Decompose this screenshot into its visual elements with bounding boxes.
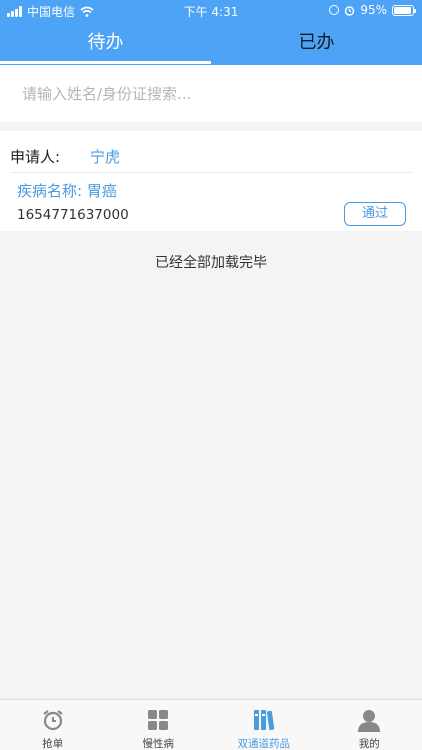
books-icon: [253, 710, 274, 731]
bottom-nav: 抢单 慢性病 双通道药品 我的: [0, 699, 422, 750]
search-bar: [0, 65, 422, 122]
nav-item-mine[interactable]: 我的: [317, 700, 422, 750]
alarm-icon: [345, 5, 355, 16]
disease-name: 胃癌: [86, 182, 117, 200]
person-icon: [358, 710, 381, 732]
tab-todo[interactable]: 待办: [0, 28, 211, 65]
status-right: 95%: [329, 3, 416, 17]
applicant-row: 申请人: 宁虎: [10, 141, 412, 173]
id-number: 1654771637000: [17, 207, 129, 223]
nav-item-chronic-disease[interactable]: 慢性病: [106, 700, 212, 750]
grid-icon: [148, 710, 169, 730]
disease-info: 疾病名称: 胃癌: [17, 180, 117, 201]
nav-label: 双通道药品: [237, 738, 291, 750]
battery-percent: 95%: [360, 3, 387, 17]
nav-label: 抢单: [42, 738, 64, 750]
orientation-lock-icon: [329, 5, 340, 15]
battery-icon: [392, 4, 416, 16]
tab-done[interactable]: 已办: [211, 28, 422, 65]
disease-label: 疾病名称:: [17, 182, 87, 200]
tab-bar: 待办 已办: [0, 28, 422, 65]
nav-label: 我的: [358, 738, 380, 750]
nav-item-grab-order[interactable]: 抢单: [0, 700, 106, 750]
list-end-message: 已经全部加载完毕: [155, 255, 267, 271]
battery-level: [394, 6, 412, 14]
nav-label: 慢性病: [142, 738, 175, 750]
applicant-name: 宁虎: [90, 148, 121, 166]
search-input[interactable]: [8, 75, 414, 113]
status-bar: 中国电信 下午 4:31 95%: [0, 0, 422, 22]
nav-item-dual-channel-drugs[interactable]: 双通道药品: [211, 700, 317, 750]
header-bar: 中国电信 下午 4:31 95% 待办 已办: [0, 0, 422, 65]
approve-button[interactable]: 通过: [344, 202, 406, 226]
list-item[interactable]: 申请人: 宁虎 疾病名称: 胃癌 1654771637000 通过: [0, 131, 422, 231]
applicant-label: 申请人:: [10, 148, 61, 166]
alarm-clock-icon: [43, 710, 63, 731]
